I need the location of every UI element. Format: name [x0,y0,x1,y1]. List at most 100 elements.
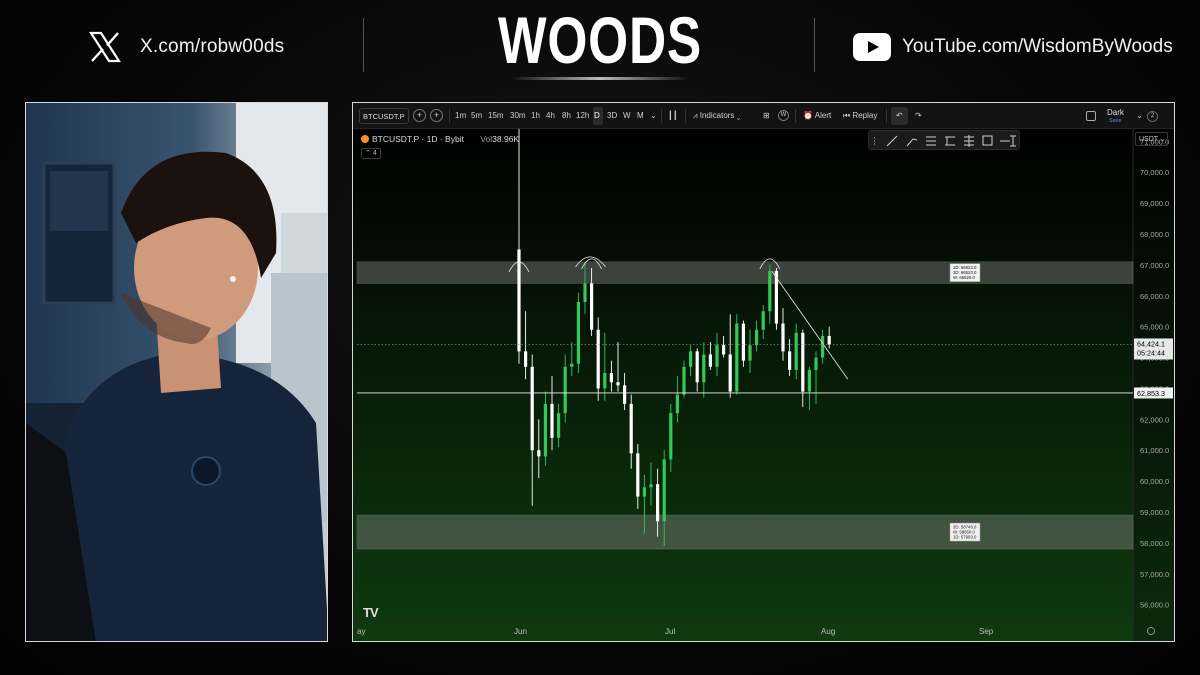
candle-body[interactable] [616,382,620,386]
y-tick-label: 60,000.0 [1140,477,1169,486]
candle-body[interactable] [623,385,627,404]
candle-body[interactable] [642,487,646,497]
candle-body[interactable] [649,484,653,488]
candle-body[interactable] [517,249,521,352]
y-tick-label: 69,000.0 [1140,199,1169,208]
x-tick-label: Sep [979,627,994,636]
candle-body[interactable] [543,403,547,457]
legend-collapse-count: 4 [372,150,377,157]
zone-label: W: 66520.0 [953,275,976,280]
theme-button[interactable]: Dark [1107,108,1124,117]
interval-d-button[interactable]: D [594,111,600,120]
y-tick-label: 67,000.0 [1140,261,1169,270]
candle-body[interactable] [748,345,752,361]
candle-body[interactable] [728,354,732,392]
support-resistance-zone[interactable] [356,261,1134,284]
y-tick-label: 59,000.0 [1140,508,1169,517]
candle-body[interactable] [682,366,686,395]
candle-body[interactable] [629,403,633,454]
chart-type-icon[interactable]: ┃┃ [668,111,678,120]
candle-body[interactable] [603,373,607,389]
candle-body[interactable] [794,332,798,370]
candle-body[interactable] [550,403,554,438]
interval-dropdown-icon[interactable]: ⌄ [650,111,657,120]
candle-body[interactable] [807,369,811,392]
candle-body[interactable] [662,459,666,522]
watchlist-icon[interactable]: W [778,110,789,121]
support-resistance-zone[interactable] [356,514,1134,550]
fullscreen-icon[interactable] [1086,111,1096,121]
interval-15m-button[interactable]: 15m [488,111,504,120]
drag-handle-icon [874,137,875,145]
compare-symbol-icon[interactable]: + [413,109,426,122]
replay-button[interactable]: ⏮ Replay [843,111,877,121]
drawing-tools [874,135,1016,147]
interval-1h-button[interactable]: 1h [531,111,540,120]
candle-body[interactable] [689,351,693,367]
x-tick-label: Jul [665,627,675,636]
candle-body[interactable] [702,354,706,383]
add-symbol-icon[interactable]: + [430,109,443,122]
candle-body[interactable] [788,351,792,370]
candle-body[interactable] [781,323,785,352]
candle-body[interactable] [801,332,805,392]
candle-body[interactable] [741,323,745,361]
interval-4h-button[interactable]: 4h [546,111,555,120]
brush-tool-icon [906,138,918,147]
candle-body[interactable] [537,450,541,457]
price-chart[interactable]: 56,000.0 57,000.0 58,000.0 59,000.0 60,000.0… [353,129,1174,642]
interval-w-button[interactable]: W [623,111,631,120]
rectangle-tool-icon [982,135,993,146]
candle-body[interactable] [722,345,726,355]
interval-5m-button[interactable]: 5m [471,111,482,120]
candle-body[interactable] [768,271,772,312]
alert-icon: ⏰ [803,111,815,120]
alert-button[interactable]: ⏰ Alert [803,111,831,120]
save-label[interactable]: Save [1109,118,1122,124]
interval-m-button[interactable]: M [637,111,644,120]
interval-30m-button[interactable]: 30m [510,111,526,120]
symbol-search-button[interactable]: BTCUSDT.P [359,108,409,124]
candle-body[interactable] [530,366,534,451]
interval-12h-button[interactable]: 12h [576,111,589,120]
y-tick-label: 57,000.0 [1140,570,1169,579]
candle-body[interactable] [669,413,673,460]
interval-1m-button[interactable]: 1m [455,111,466,120]
candle-body[interactable] [827,335,831,345]
candle-body[interactable] [609,373,613,383]
candle-body[interactable] [636,453,640,497]
candle-body[interactable] [590,283,594,330]
candle-body[interactable] [708,354,712,367]
layout-count-badge[interactable]: 2 [1147,111,1158,122]
legend-collapse-button[interactable]: ⌃ 4 [361,148,381,159]
candle-body[interactable] [583,283,587,302]
x-tick-label: Jun [514,627,527,636]
candle-body[interactable] [675,394,679,414]
candle-body[interactable] [596,329,600,389]
candle-body[interactable] [735,323,739,392]
toolbar-separator [886,109,887,123]
chart-toolbar: BTCUSDT.P + + 1m 5m 15m 30m 1h 4h 8h 12h D 3D W M ⌄… [353,103,1174,129]
candle-body[interactable] [656,484,660,522]
candle-body[interactable] [715,345,719,367]
indicators-button[interactable]: ⩘ Indicators ⌄ [693,111,740,121]
candle-body[interactable] [563,366,567,414]
candle-body[interactable] [814,357,818,370]
chart-window[interactable]: BTCUSDT.P + + 1m 5m 15m 30m 1h 4h 8h 12h D 3D W M ⌄… [352,102,1175,642]
candle-body[interactable] [695,351,699,383]
candle-body[interactable] [570,363,574,367]
candle-body[interactable] [821,335,825,358]
webcam-image [26,103,327,641]
candle-body[interactable] [576,301,580,364]
templates-icon[interactable]: ⊞ [763,111,770,120]
redo-icon[interactable]: ↷ [915,111,922,120]
currency-selector[interactable]: USDT ⌄ [1135,132,1168,146]
candle-body[interactable] [524,351,528,367]
interval-3d-button[interactable]: 3D [607,111,617,120]
candle-body[interactable] [761,311,765,330]
candle-body[interactable] [557,413,561,438]
candle-body[interactable] [755,329,759,346]
interval-8h-button[interactable]: 8h [562,111,571,120]
y-tick-label: 61,000.0 [1140,446,1169,455]
theme-dropdown-icon[interactable]: ⌄ [1136,111,1143,120]
